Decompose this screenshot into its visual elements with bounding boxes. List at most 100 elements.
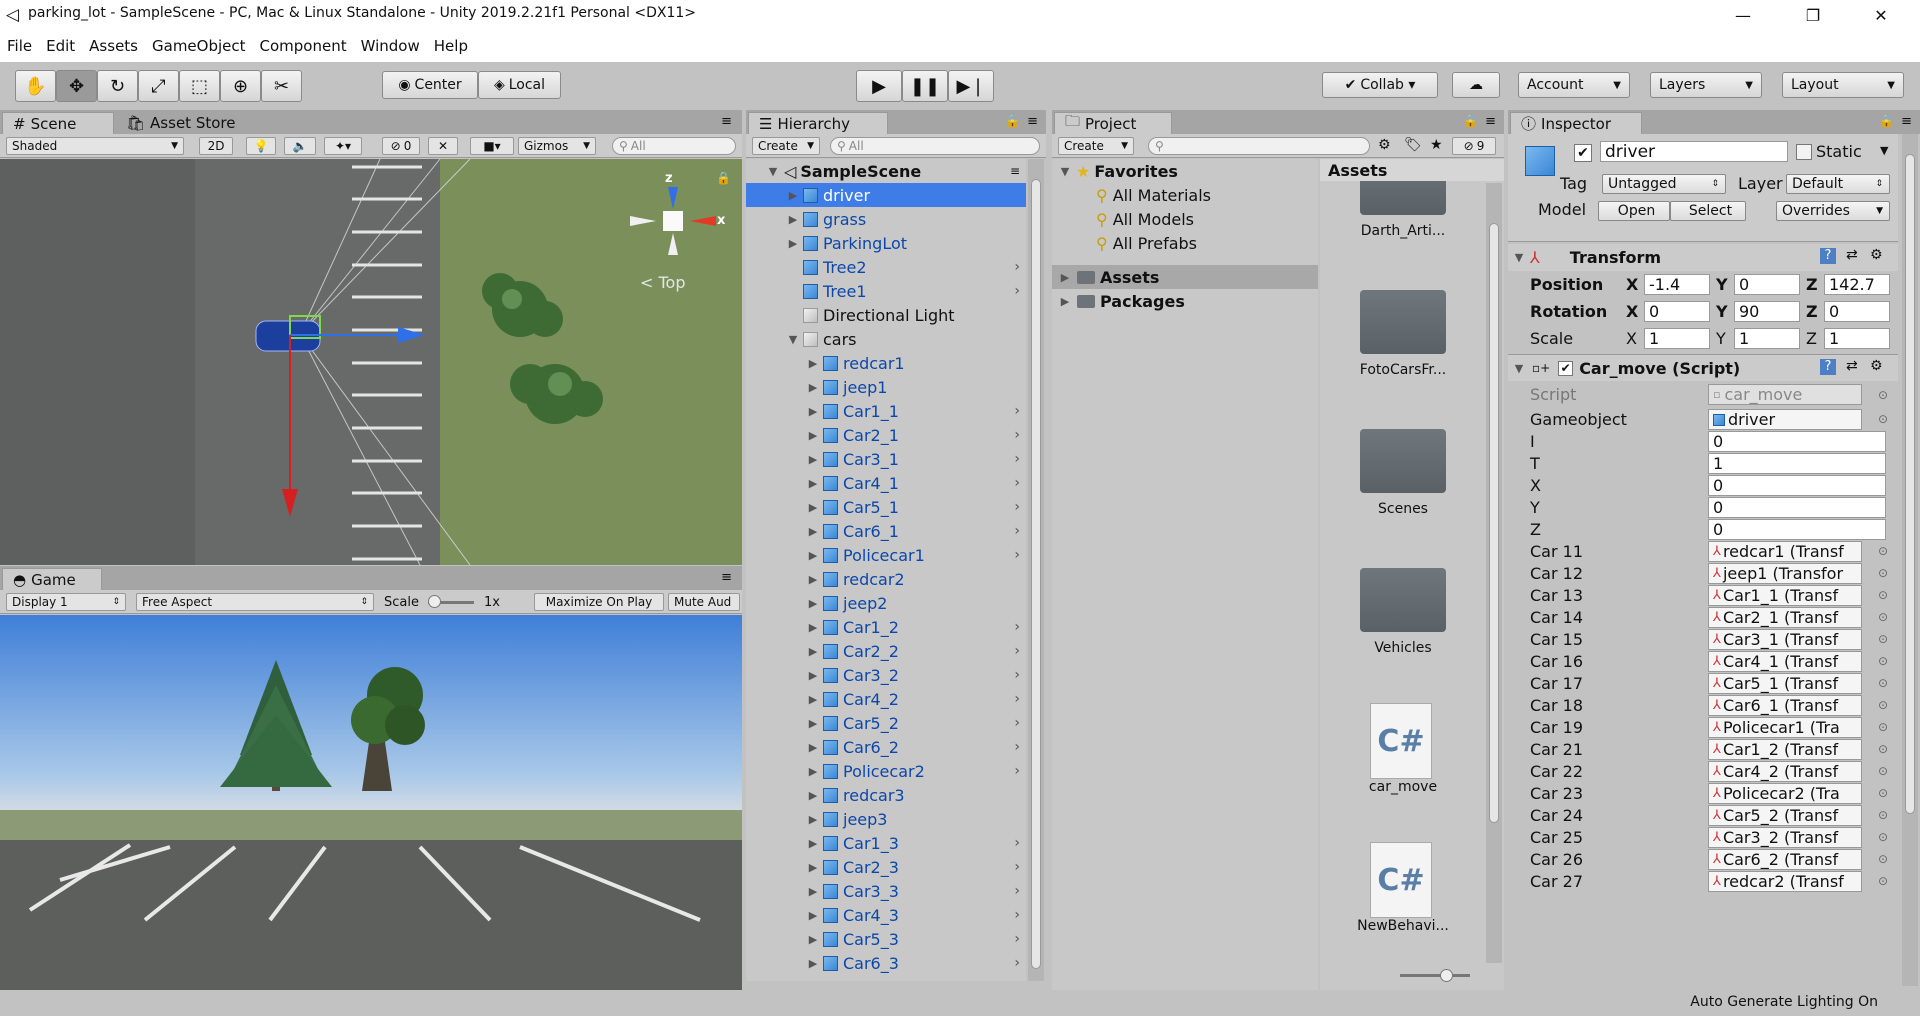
folder-item[interactable]: Darth_Arti...	[1320, 181, 1486, 260]
hierarchy-item[interactable]: ▼ cars	[746, 327, 1026, 351]
object-picker-icon[interactable]: ⊙	[1878, 786, 1888, 800]
rotate-tool-button[interactable]: ↻	[97, 70, 138, 102]
expand-arrow-icon[interactable]: ▶	[806, 645, 820, 658]
project-scroll-thumb[interactable]	[1489, 223, 1499, 823]
number-field[interactable]: 0	[1708, 519, 1886, 540]
expand-arrow-icon[interactable]: ▶	[806, 837, 820, 850]
object-field[interactable]: ⅄ Car3_2 (Transf	[1708, 827, 1862, 848]
chevron-right-icon[interactable]: ›	[1014, 907, 1020, 923]
component-enabled-checkbox[interactable]: ✔	[1558, 360, 1574, 376]
camera-dropdown[interactable]: ■▾	[470, 137, 514, 155]
active-checkbox[interactable]: ✔	[1574, 144, 1592, 162]
object-field[interactable]: ⅄ redcar2 (Transf	[1708, 871, 1862, 892]
object-field[interactable]: ⅄ Car4_1 (Transf	[1708, 651, 1862, 672]
favorite-all-materials[interactable]: ⚲ All Materials	[1096, 183, 1211, 207]
orientation-gizmo[interactable]	[620, 169, 730, 279]
mute-audio-toggle[interactable]: Mute Aud	[668, 593, 740, 611]
object-field[interactable]: ⅄ Car6_2 (Transf	[1708, 849, 1862, 870]
tab-asset-store[interactable]: 🛍 Asset Store	[116, 112, 256, 134]
folder-item[interactable]: FotoCarsFr...	[1320, 260, 1486, 399]
aspect-dropdown[interactable]: Free Aspect ⇕	[136, 593, 374, 611]
chevron-right-icon[interactable]: ›	[1014, 283, 1020, 299]
favorite-all-models[interactable]: ⚲ All Models	[1096, 207, 1194, 231]
number-field[interactable]: 1	[1708, 453, 1886, 474]
object-field[interactable]: ⅄ Car4_2 (Transf	[1708, 761, 1862, 782]
hierarchy-item[interactable]: ▶ Car1_3 ›	[746, 831, 1026, 855]
hierarchy-item[interactable]: ▶ Car3_2 ›	[746, 663, 1026, 687]
fold-arrow-icon[interactable]: ▼	[1512, 362, 1526, 375]
lighting-toggle[interactable]: 💡	[246, 137, 276, 155]
expand-arrow-icon[interactable]: ▶	[806, 933, 820, 946]
open-button[interactable]: Open	[1598, 201, 1670, 221]
star-icon[interactable]: ★	[1430, 137, 1443, 153]
expand-arrow-icon[interactable]: ▶	[1058, 295, 1072, 308]
expand-arrow-icon[interactable]: ▶	[806, 717, 820, 730]
object-field[interactable]: ⅄ Policecar1 (Tra	[1708, 717, 1862, 738]
hierarchy-item[interactable]: ▶ driver	[746, 183, 1026, 207]
object-field[interactable]: ⅄ Car1_1 (Transf	[1708, 585, 1862, 606]
expand-arrow-icon[interactable]: ▶	[806, 525, 820, 538]
help-icon[interactable]: ?	[1820, 248, 1836, 264]
tools-toggle[interactable]: ✕	[428, 137, 458, 155]
favorite-all-prefabs[interactable]: ⚲ All Prefabs	[1096, 231, 1197, 255]
packages-folder-row[interactable]: ▶ Packages	[1058, 289, 1185, 313]
folder-item[interactable]: Vehicles	[1320, 538, 1486, 677]
chevron-right-icon[interactable]: ›	[1014, 403, 1020, 419]
fold-arrow-icon[interactable]: ▼	[1512, 251, 1526, 264]
hand-tool-button[interactable]: ✋	[15, 70, 56, 102]
object-picker-icon[interactable]: ⊙	[1878, 588, 1888, 602]
expand-arrow-icon[interactable]: ▶	[806, 693, 820, 706]
gear-icon[interactable]: ⚙	[1870, 358, 1883, 374]
inspector-scrollbar[interactable]	[1902, 134, 1918, 986]
pivot-local-button[interactable]: ◈ Local	[478, 71, 561, 99]
script-item[interactable]: C# car_move	[1320, 677, 1486, 816]
object-picker-icon[interactable]: ⊙	[1878, 874, 1888, 888]
expand-arrow-icon[interactable]: ▶	[806, 357, 820, 370]
object-picker-icon[interactable]: ⊙	[1878, 808, 1888, 822]
hierarchy-item[interactable]: ▶ Car6_3 ›	[746, 951, 1026, 975]
expand-arrow-icon[interactable]: ▶	[806, 741, 820, 754]
hierarchy-item[interactable]: ▶ Car1_1 ›	[746, 399, 1026, 423]
object-field[interactable]: ⅄ Car3_1 (Transf	[1708, 629, 1862, 650]
expand-arrow-icon[interactable]: ▶	[806, 669, 820, 682]
project-create-dropdown[interactable]: Create ▼	[1058, 137, 1134, 155]
object-picker-icon[interactable]: ⊙	[1878, 610, 1888, 624]
minimize-button[interactable]: —	[1720, 0, 1766, 30]
menu-gameobject[interactable]: GameObject	[145, 37, 253, 55]
expand-arrow-icon[interactable]: ▶	[806, 477, 820, 490]
hierarchy-scrollbar[interactable]	[1028, 159, 1044, 981]
expand-arrow-icon[interactable]: ▼	[766, 165, 780, 178]
layer-dropdown[interactable]: Default ⇕	[1786, 174, 1890, 194]
hierarchy-item[interactable]: ▶ Car1_2 ›	[746, 615, 1026, 639]
chevron-right-icon[interactable]: ›	[1014, 475, 1020, 491]
move-tool-button[interactable]: ✥	[56, 70, 97, 102]
position-x-field[interactable]: -1.4	[1644, 274, 1710, 295]
object-picker-icon[interactable]: ⊙	[1878, 830, 1888, 844]
object-field[interactable]: ⅄ redcar1 (Transf	[1708, 541, 1862, 562]
panel-menu-icon[interactable]: ≡	[1485, 114, 1496, 129]
pause-button[interactable]: ❚❚	[902, 70, 948, 102]
hierarchy-item[interactable]: ▶ Car4_3 ›	[746, 903, 1026, 927]
audio-toggle[interactable]: 🔈	[284, 137, 316, 155]
object-picker-icon[interactable]: ⊙	[1878, 698, 1888, 712]
scene-menu-icon[interactable]: ≡	[1010, 164, 1020, 178]
object-picker-icon[interactable]: ⊙	[1878, 764, 1888, 778]
hierarchy-item[interactable]: Directional Light	[746, 303, 1026, 327]
hierarchy-search-input[interactable]: ⚲ All	[830, 137, 1040, 155]
game-viewport[interactable]	[0, 615, 742, 990]
inspector-scroll-thumb[interactable]	[1905, 154, 1915, 814]
hierarchy-item[interactable]: ▶ grass	[746, 207, 1026, 231]
maximize-button[interactable]: ❐	[1790, 0, 1836, 30]
chevron-right-icon[interactable]: ›	[1014, 259, 1020, 275]
rect-tool-button[interactable]: ⬚	[179, 70, 220, 102]
hierarchy-item[interactable]: Tree2 ›	[746, 255, 1026, 279]
chevron-right-icon[interactable]: ›	[1014, 619, 1020, 635]
hierarchy-scroll-thumb[interactable]	[1031, 179, 1041, 969]
hierarchy-item[interactable]: ▶ ParkingLot	[746, 231, 1026, 255]
expand-arrow-icon[interactable]: ▼	[1058, 165, 1072, 178]
step-button[interactable]: ▶❘	[948, 70, 994, 102]
display-dropdown[interactable]: Display 1 ⇕	[6, 593, 126, 611]
presets-icon[interactable]: ⇄	[1846, 358, 1858, 374]
menu-component[interactable]: Component	[253, 37, 354, 55]
expand-arrow-icon[interactable]: ▶	[806, 861, 820, 874]
